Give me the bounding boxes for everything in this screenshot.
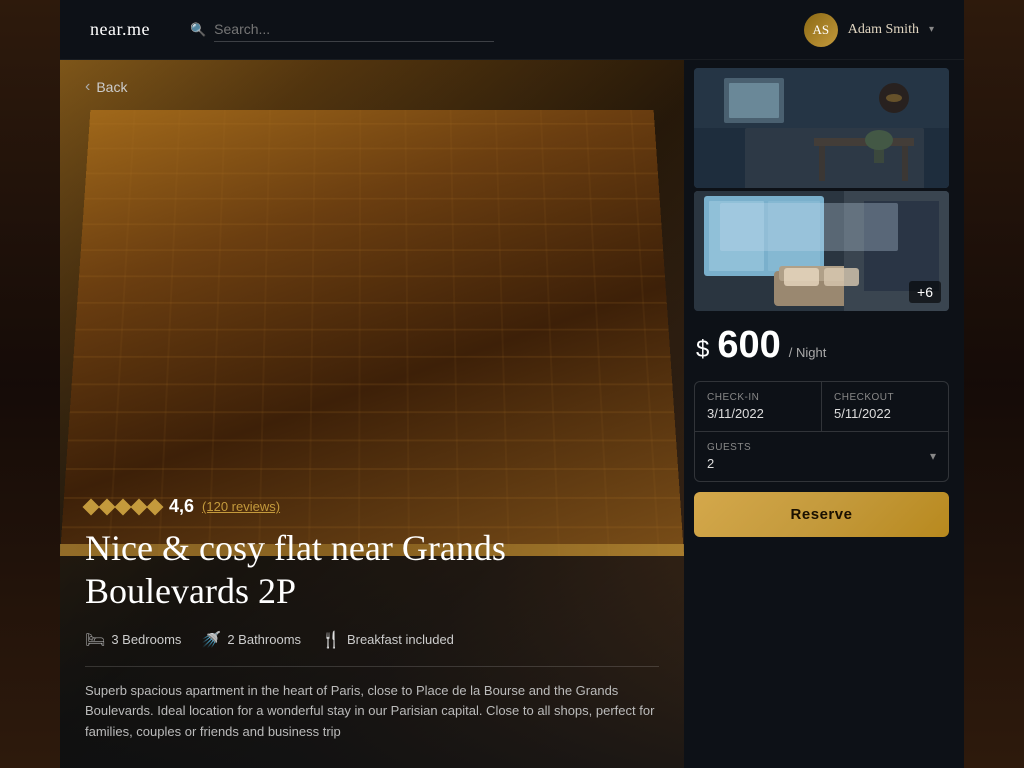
back-button[interactable]: ‹ Back: [85, 78, 127, 96]
rating-reviews[interactable]: (120 reviews): [202, 499, 280, 514]
breakfast-label: Breakfast included: [347, 632, 454, 647]
more-photos-badge[interactable]: +6: [909, 281, 941, 303]
rating-row: 4,6 (120 reviews): [85, 496, 659, 517]
star-5: [147, 498, 164, 515]
property-description: Superb spacious apartment in the heart o…: [85, 681, 659, 743]
content-overlay: 4,6 (120 reviews) Nice & cosy flat near …: [60, 496, 684, 768]
guests-chevron-icon: ▾: [930, 449, 936, 464]
date-row: Check-in 3/11/2022 Checkout 5/11/2022: [695, 382, 948, 432]
checkout-field[interactable]: Checkout 5/11/2022: [822, 382, 948, 431]
amenities-row: 🛏 3 Bedrooms 🚿 2 Bathrooms 🍴 Breakfast i…: [85, 630, 659, 650]
left-decoration: [0, 0, 60, 768]
bath-icon: 🚿: [201, 630, 221, 650]
photo-thumb-1[interactable]: [694, 68, 949, 188]
user-area[interactable]: AS Adam Smith ▾: [804, 13, 934, 47]
bedrooms-label: 3 Bedrooms: [111, 632, 181, 647]
right-decoration: [964, 0, 1024, 768]
main-content: ‹ Back: [60, 60, 964, 768]
reserve-button[interactable]: Reserve: [694, 492, 949, 537]
back-label: Back: [96, 79, 127, 95]
stars: [85, 501, 161, 513]
checkin-value: 3/11/2022: [707, 406, 809, 421]
checkout-value: 5/11/2022: [834, 406, 936, 421]
amenity-bedrooms: 🛏 3 Bedrooms: [85, 630, 181, 650]
right-panel: +6 $ 600 / Night Check-in 3/11/2022: [684, 60, 964, 768]
search-input[interactable]: [214, 17, 494, 42]
guests-row[interactable]: Guests 2 ▾: [695, 432, 948, 481]
breakfast-icon: 🍴: [321, 630, 341, 650]
app-container: near.me 🔍 AS Adam Smith ▾ ‹ Back: [60, 0, 964, 768]
photo-thumb-2[interactable]: +6: [694, 191, 949, 311]
star-1: [83, 498, 100, 515]
room-photo-1: [694, 68, 949, 188]
checkout-label: Checkout: [834, 392, 936, 403]
search-bar: 🔍: [190, 17, 764, 42]
rating-number: 4,6: [169, 496, 194, 517]
star-3: [115, 498, 132, 515]
price-amount: 600: [717, 324, 780, 367]
avatar: AS: [804, 13, 838, 47]
booking-form: Check-in 3/11/2022 Checkout 5/11/2022 Gu…: [694, 381, 949, 482]
divider: [85, 666, 659, 667]
user-name: Adam Smith: [848, 22, 919, 38]
header: near.me 🔍 AS Adam Smith ▾: [60, 0, 964, 60]
price-row: $ 600 / Night: [694, 324, 949, 367]
amenity-breakfast: 🍴 Breakfast included: [321, 630, 454, 650]
left-panel: ‹ Back: [60, 60, 684, 768]
property-title: Nice & cosy flat near Grands Boulevards …: [85, 527, 659, 613]
amenity-bathrooms: 🚿 2 Bathrooms: [201, 630, 301, 650]
checkin-label: Check-in: [707, 392, 809, 403]
checkin-field[interactable]: Check-in 3/11/2022: [695, 382, 822, 431]
guests-left: Guests 2: [707, 442, 751, 471]
building-facade: [60, 60, 684, 556]
back-arrow-icon: ‹: [85, 78, 90, 96]
guests-value: 2: [707, 456, 751, 471]
guests-label: Guests: [707, 442, 751, 453]
photo-gallery: +6: [684, 60, 964, 319]
bathrooms-label: 2 Bathrooms: [227, 632, 301, 647]
star-2: [99, 498, 116, 515]
bed-icon: 🛏: [85, 630, 105, 650]
price-symbol: $: [696, 336, 709, 364]
per-night-label: / Night: [789, 345, 827, 360]
booking-card: $ 600 / Night Check-in 3/11/2022 Checkou…: [694, 324, 949, 758]
search-icon: 🔍: [190, 22, 206, 38]
logo: near.me: [90, 19, 150, 40]
facade-detail: [60, 110, 684, 556]
chevron-down-icon: ▾: [929, 24, 934, 35]
star-4: [131, 498, 148, 515]
